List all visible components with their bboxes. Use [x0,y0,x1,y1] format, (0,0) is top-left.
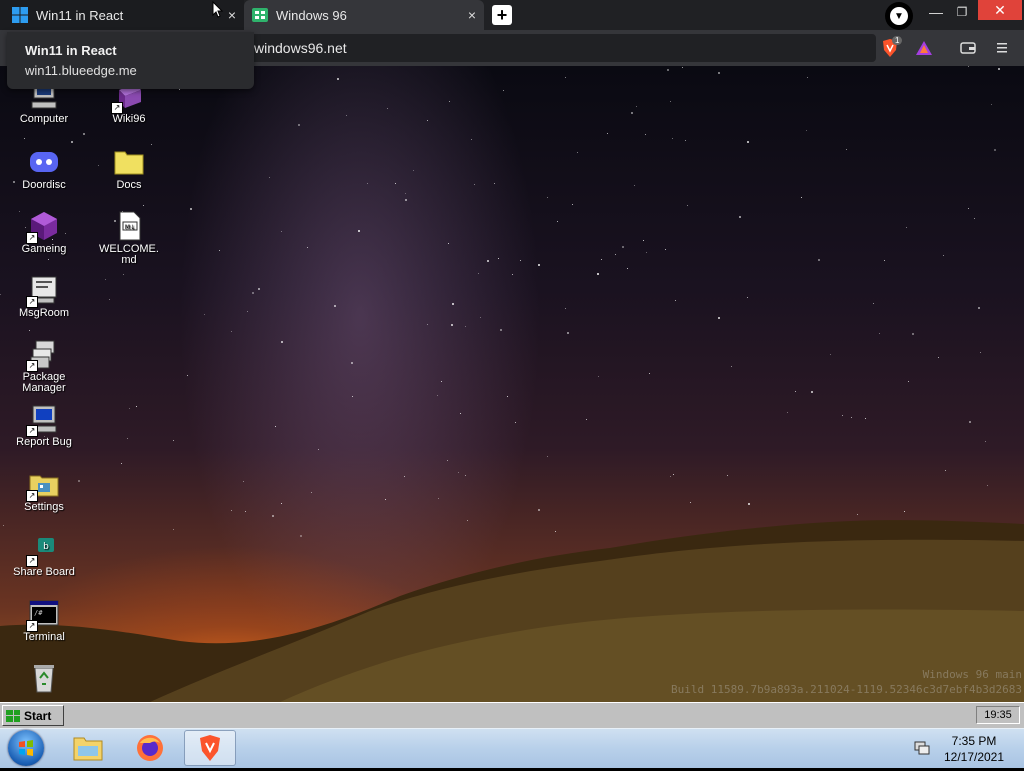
desktop-icon-recycle-bin[interactable] [4,662,84,696]
address-bar[interactable]: windows96.net 1 [244,34,932,62]
windows-flag-icon [19,740,33,756]
desktop-icon-report-bug[interactable]: ↗ Report Bug [4,403,84,448]
icon-label: MsgRoom [18,307,70,319]
icon-label: Doordisc [22,179,66,191]
win7-clock[interactable]: 7:35 PM 12/17/2021 [932,733,1016,765]
chevron-down-icon: ▼ [890,7,908,25]
folder-icon [113,146,145,178]
windows96-logo-icon [252,8,268,22]
restore-button[interactable]: ❐ [952,0,972,24]
desktop-icon-share-board[interactable]: b ↗ Share Board [4,533,84,578]
new-tab-button[interactable]: + [492,5,512,25]
clock-time: 7:35 PM [951,734,997,748]
wallet-icon[interactable] [958,38,978,58]
hover-card-title: Win11 in React [25,43,117,58]
shortcut-arrow-icon: ↗ [26,296,38,308]
win96-start-logo-icon [6,709,20,722]
brave-rewards-icon[interactable] [914,38,934,58]
desktop-icon-gameing[interactable]: ↗ Gameing [4,210,84,255]
icon-label: Report Bug [16,436,72,448]
close-window-button[interactable]: ✕ [978,0,1022,20]
brave-icon [200,735,220,761]
taskbar-explorer[interactable] [62,730,114,766]
settings-icon: ↗ [26,468,60,502]
shortcut-arrow-icon: ↗ [26,425,38,437]
tab-close-button[interactable]: × [468,7,476,23]
shortcut-arrow-icon: ↗ [111,102,123,114]
icon-label: Share Board [13,566,75,578]
icon-label: Docs [116,179,142,191]
desktop-icon-terminal[interactable]: /# ↗ Terminal [4,598,84,643]
tab-title: Windows 96 [276,7,347,23]
menu-icon[interactable] [992,38,1012,58]
folder-icon [73,737,103,761]
clock-date: 12/17/2021 [943,750,1005,764]
win7-taskbar: 7:35 PM 12/17/2021 [0,728,1024,768]
svg-text:/#: /# [34,609,43,617]
icon-label: Terminal [23,631,65,643]
start-label: Start [24,708,52,723]
game-cube-icon: ↗ [26,210,60,244]
minimize-button[interactable]: — [926,0,946,24]
mouse-cursor-icon [212,1,224,18]
discord-icon [28,146,60,178]
msgroom-icon: ↗ [26,274,60,308]
share-board-icon: b ↗ [26,533,60,567]
win96-clock[interactable]: 19:35 [976,706,1020,724]
icon-label: Settings [24,501,64,513]
shortcut-arrow-icon: ↗ [26,360,38,372]
firefox-icon [137,735,163,761]
report-bug-icon: ↗ [26,403,60,437]
desktop-icon-welcome-md[interactable]: M↓ WELCOME.md [89,210,169,266]
shortcut-arrow-icon: ↗ [26,232,38,244]
desktop-icon-package-manager[interactable]: ↗ Package Manager [4,338,84,394]
icon-label: Wiki96 [112,113,146,125]
windows-logo-icon [12,7,28,23]
shield-count-badge: 1 [892,36,903,45]
shortcut-arrow-icon: ↗ [26,555,38,567]
tab-title: Win11 in React [36,7,124,23]
brave-shields-icon[interactable]: 1 [880,36,903,58]
win7-start-orb[interactable] [8,730,44,766]
shortcut-arrow-icon: ↗ [26,490,38,502]
desktop-icon-doordisc[interactable]: Doordisc [4,146,84,191]
hover-card-url: win11.blueedge.me [25,63,137,78]
icon-label: Package Manager [22,371,66,394]
svg-text:M↓: M↓ [125,224,135,231]
recycle-bin-icon [28,662,60,694]
desktop-icon-docs[interactable]: Docs [89,146,169,191]
desktop-icon-msgroom[interactable]: ↗ MsgRoom [4,274,84,319]
win96-desktop[interactable]: Windows 96 main Build 11589.7b9a893a.211… [0,66,1024,702]
package-manager-icon: ↗ [26,338,60,372]
network-icon[interactable] [914,741,930,755]
win96-taskbar: Start 19:35 [0,702,1024,728]
taskbar-firefox[interactable] [124,730,176,766]
win96-start-button[interactable]: Start [2,705,64,726]
icon-label: WELCOME.md [99,243,159,266]
shortcut-arrow-icon: ↗ [26,620,38,632]
watermark-line-2: Build 11589.7b9a893a.211024-1119.52346c3… [671,683,1022,696]
tab-win11-in-react[interactable]: Win11 in React × [0,0,244,30]
profile-button[interactable]: ▼ [885,2,913,30]
svg-text:b: b [43,542,49,552]
icon-label: Gameing [21,243,67,255]
tab-windows-96[interactable]: Windows 96 × [244,0,484,30]
tab-close-button[interactable]: × [228,7,236,23]
icon-label: Computer [19,113,69,125]
markdown-file-icon: M↓ [113,210,145,242]
tab-hover-card: Win11 in React win11.blueedge.me [7,32,254,89]
taskbar-brave[interactable] [184,730,236,766]
watermark-line-1: Windows 96 main [922,668,1022,681]
address-text: windows96.net [254,40,347,56]
desktop-icon-settings[interactable]: ↗ Settings [4,468,84,513]
browser-tab-strip: Win11 in React × Windows 96 × + ▼ — ❐ ✕ [0,0,1024,30]
terminal-icon: /# ↗ [26,598,60,632]
